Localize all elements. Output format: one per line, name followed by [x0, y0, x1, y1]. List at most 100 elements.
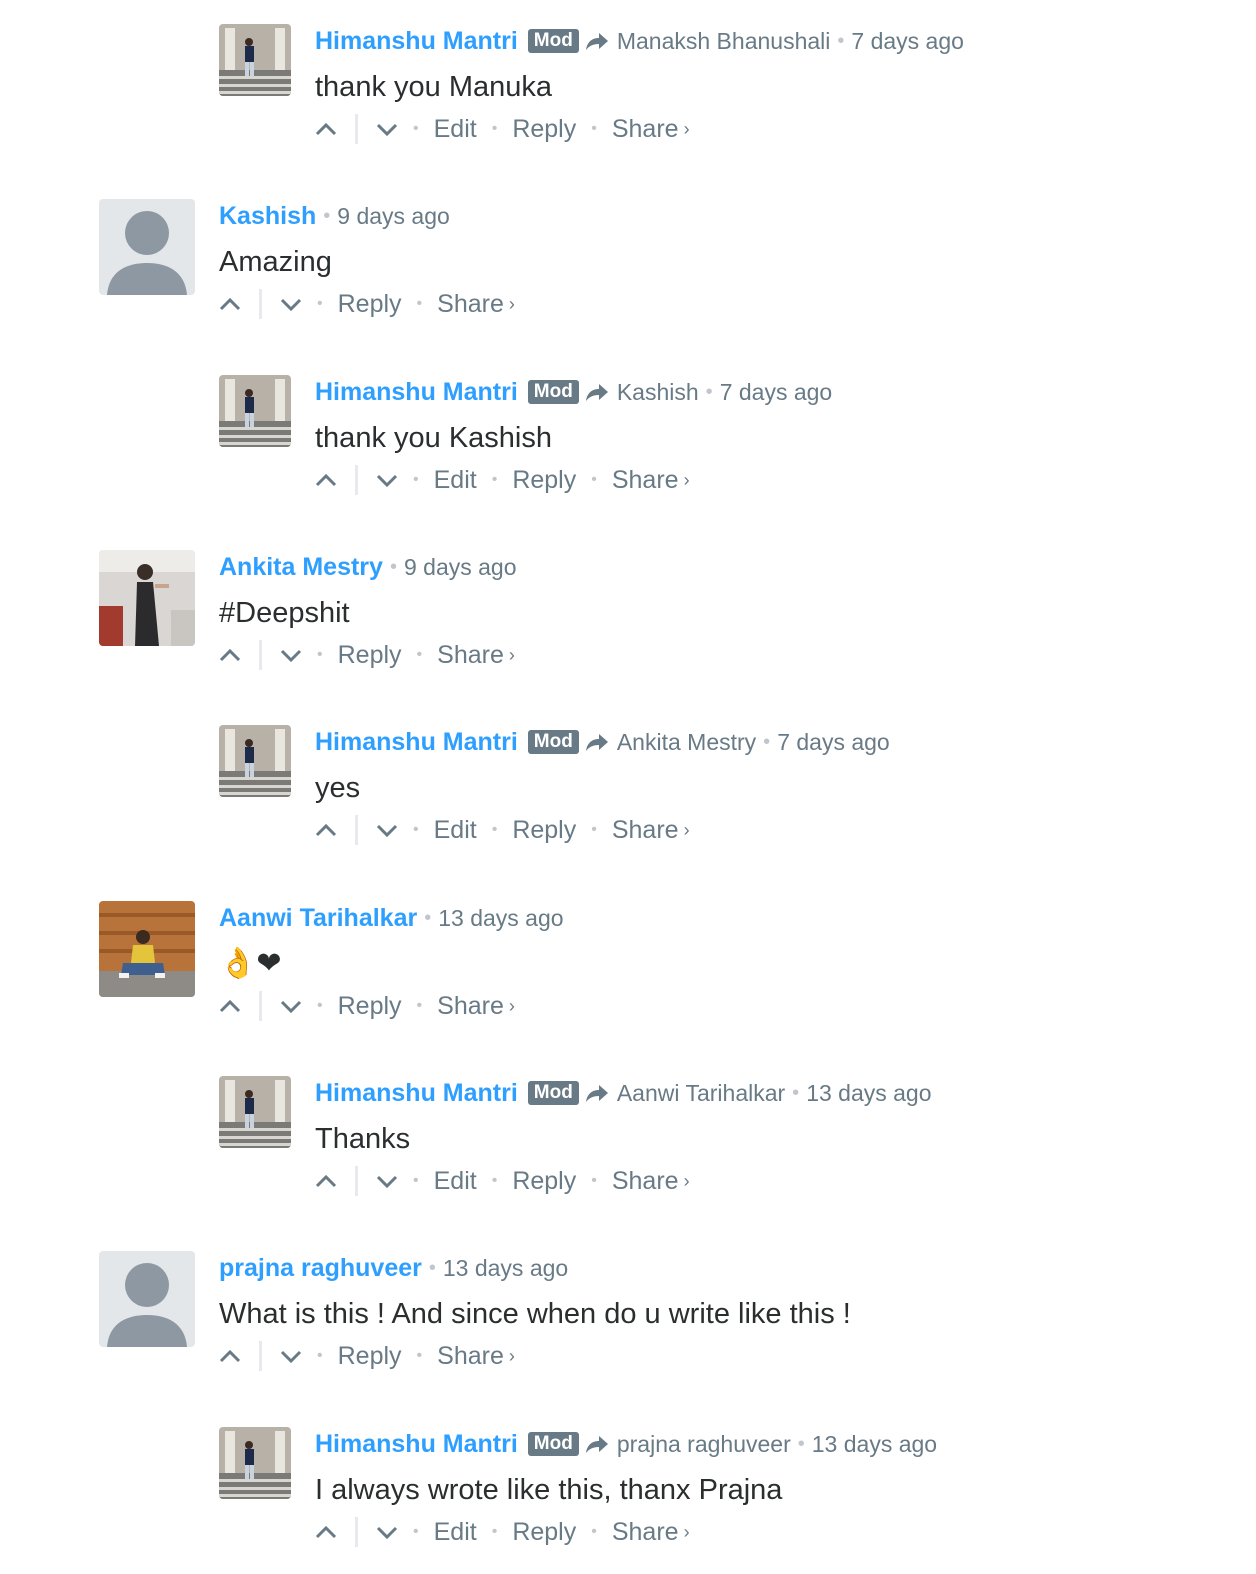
mod-badge: Mod: [527, 1081, 579, 1105]
upvote-chevron-up-icon[interactable]: [315, 473, 337, 487]
upvote-chevron-up-icon[interactable]: [219, 999, 241, 1013]
avatar-himanshu-mantri[interactable]: [219, 1427, 291, 1499]
comment-text: What is this ! And since when do u write…: [219, 1298, 851, 1330]
avatar-ankita-mestry[interactable]: [99, 550, 195, 646]
mod-badge: Mod: [527, 730, 579, 754]
comment-thread: Himanshu Mantri Mod Manaksh Bhanushali •…: [0, 0, 1256, 1574]
comment-timestamp[interactable]: 13 days ago: [806, 1080, 931, 1107]
avatar-kashish[interactable]: [99, 199, 195, 295]
parent-author-link[interactable]: Ankita Mestry: [617, 729, 756, 756]
downvote-chevron-down-icon[interactable]: [280, 648, 302, 662]
comment-text: thank you Manuka: [315, 71, 552, 103]
author-name[interactable]: Himanshu Mantri: [315, 378, 518, 407]
vote-divider: [355, 1166, 358, 1196]
share-link[interactable]: Share: [437, 1342, 504, 1371]
vote-divider: [259, 1341, 262, 1371]
mod-badge: Mod: [527, 1432, 579, 1456]
avatar-himanshu-mantri[interactable]: [219, 375, 291, 447]
author-name[interactable]: Himanshu Mantri: [315, 1079, 518, 1108]
upvote-chevron-up-icon[interactable]: [315, 1174, 337, 1188]
author-name[interactable]: Ankita Mestry: [219, 553, 383, 582]
comment-timestamp[interactable]: 9 days ago: [337, 203, 450, 230]
upvote-chevron-up-icon[interactable]: [219, 648, 241, 662]
chevron-right-icon: ›: [683, 1170, 690, 1191]
reply-link[interactable]: Reply: [338, 641, 402, 670]
edit-link[interactable]: Edit: [434, 816, 477, 845]
chevron-right-icon: ›: [683, 469, 690, 490]
share-link[interactable]: Share: [437, 290, 504, 319]
author-name[interactable]: Himanshu Mantri: [315, 27, 518, 56]
comment-timestamp[interactable]: 13 days ago: [438, 905, 563, 932]
comment-timestamp[interactable]: 9 days ago: [404, 554, 517, 581]
share-link[interactable]: Share: [612, 1167, 679, 1196]
downvote-chevron-down-icon[interactable]: [376, 1525, 398, 1539]
parent-author-link[interactable]: Kashish: [617, 379, 699, 406]
vote-divider: [259, 640, 262, 670]
avatar-himanshu-mantri[interactable]: [219, 725, 291, 797]
reply-link[interactable]: Reply: [512, 115, 576, 144]
reply-link[interactable]: Reply: [512, 1167, 576, 1196]
parent-author-link[interactable]: prajna raghuveer: [617, 1431, 791, 1458]
parent-author-link[interactable]: Manaksh Bhanushali: [617, 28, 831, 55]
share-link[interactable]: Share: [437, 641, 504, 670]
author-name[interactable]: Himanshu Mantri: [315, 728, 518, 757]
avatar-himanshu-mantri[interactable]: [219, 1076, 291, 1148]
share-link[interactable]: Share: [612, 1518, 679, 1547]
author-name[interactable]: prajna raghuveer: [219, 1254, 422, 1283]
comment-timestamp[interactable]: 13 days ago: [443, 1255, 568, 1282]
reply-arrow-icon: [585, 1436, 608, 1453]
edit-link[interactable]: Edit: [434, 1167, 477, 1196]
chevron-right-icon: ›: [508, 1345, 515, 1366]
edit-link[interactable]: Edit: [434, 466, 477, 495]
share-link[interactable]: Share: [612, 115, 679, 144]
author-name[interactable]: Aanwi Tarihalkar: [219, 904, 417, 933]
downvote-chevron-down-icon[interactable]: [376, 122, 398, 136]
reply-arrow-icon: [585, 33, 608, 50]
mod-badge: Mod: [527, 380, 579, 404]
chevron-right-icon: ›: [508, 995, 515, 1016]
edit-link[interactable]: Edit: [434, 115, 477, 144]
upvote-chevron-up-icon[interactable]: [315, 1525, 337, 1539]
chevron-right-icon: ›: [683, 1521, 690, 1542]
avatar-prajna-raghuveer[interactable]: [99, 1251, 195, 1347]
reply-arrow-icon: [585, 734, 608, 751]
comment-text: #Deepshit: [219, 597, 350, 629]
chevron-right-icon: ›: [508, 293, 515, 314]
avatar-himanshu-mantri[interactable]: [219, 24, 291, 96]
downvote-chevron-down-icon[interactable]: [280, 1349, 302, 1363]
upvote-chevron-up-icon[interactable]: [219, 297, 241, 311]
downvote-chevron-down-icon[interactable]: [280, 297, 302, 311]
comment-timestamp[interactable]: 13 days ago: [812, 1431, 937, 1458]
author-name[interactable]: Himanshu Mantri: [315, 1430, 518, 1459]
downvote-chevron-down-icon[interactable]: [376, 1174, 398, 1188]
share-link[interactable]: Share: [612, 816, 679, 845]
reply-link[interactable]: Reply: [338, 1342, 402, 1371]
reply-link[interactable]: Reply: [338, 290, 402, 319]
avatar-aanwi-tarihalkar[interactable]: [99, 901, 195, 997]
reply-link[interactable]: Reply: [512, 466, 576, 495]
share-link[interactable]: Share: [437, 992, 504, 1021]
comment-timestamp[interactable]: 7 days ago: [851, 28, 964, 55]
share-link[interactable]: Share: [612, 466, 679, 495]
chevron-right-icon: ›: [683, 118, 690, 139]
downvote-chevron-down-icon[interactable]: [280, 999, 302, 1013]
downvote-chevron-down-icon[interactable]: [376, 823, 398, 837]
comment-text: 👌❤: [219, 947, 282, 980]
upvote-chevron-up-icon[interactable]: [219, 1349, 241, 1363]
edit-link[interactable]: Edit: [434, 1518, 477, 1547]
reply-link[interactable]: Reply: [512, 816, 576, 845]
chevron-right-icon: ›: [683, 819, 690, 840]
author-name[interactable]: Kashish: [219, 202, 316, 231]
comment-text: thank you Kashish: [315, 422, 552, 454]
comment-timestamp[interactable]: 7 days ago: [720, 379, 833, 406]
comment-text: Amazing: [219, 246, 332, 278]
vote-divider: [355, 465, 358, 495]
reply-link[interactable]: Reply: [512, 1518, 576, 1547]
comment-timestamp[interactable]: 7 days ago: [777, 729, 890, 756]
downvote-chevron-down-icon[interactable]: [376, 473, 398, 487]
parent-author-link[interactable]: Aanwi Tarihalkar: [617, 1080, 785, 1107]
default-user-icon: [107, 1263, 187, 1347]
reply-link[interactable]: Reply: [338, 992, 402, 1021]
upvote-chevron-up-icon[interactable]: [315, 122, 337, 136]
upvote-chevron-up-icon[interactable]: [315, 823, 337, 837]
